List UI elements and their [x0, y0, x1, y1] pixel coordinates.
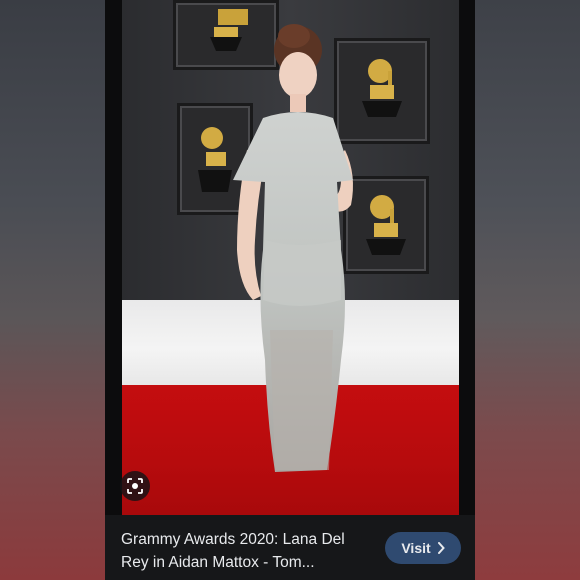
person-figure: [233, 24, 353, 472]
blurred-background-left: [0, 0, 105, 580]
blurred-background-right: [475, 0, 580, 580]
result-title[interactable]: Grammy Awards 2020: Lana Del Rey in Aida…: [121, 528, 371, 574]
image-search-icon: [127, 478, 143, 494]
chevron-right-icon: [437, 542, 445, 554]
result-photo[interactable]: [105, 0, 475, 515]
visit-label: Visit: [401, 540, 431, 556]
image-result-card[interactable]: Grammy Awards 2020: Lana Del Rey in Aida…: [105, 0, 475, 580]
visit-button[interactable]: Visit: [385, 532, 461, 564]
result-caption-bar: Grammy Awards 2020: Lana Del Rey in Aida…: [105, 515, 475, 580]
image-search-button[interactable]: [120, 471, 150, 501]
